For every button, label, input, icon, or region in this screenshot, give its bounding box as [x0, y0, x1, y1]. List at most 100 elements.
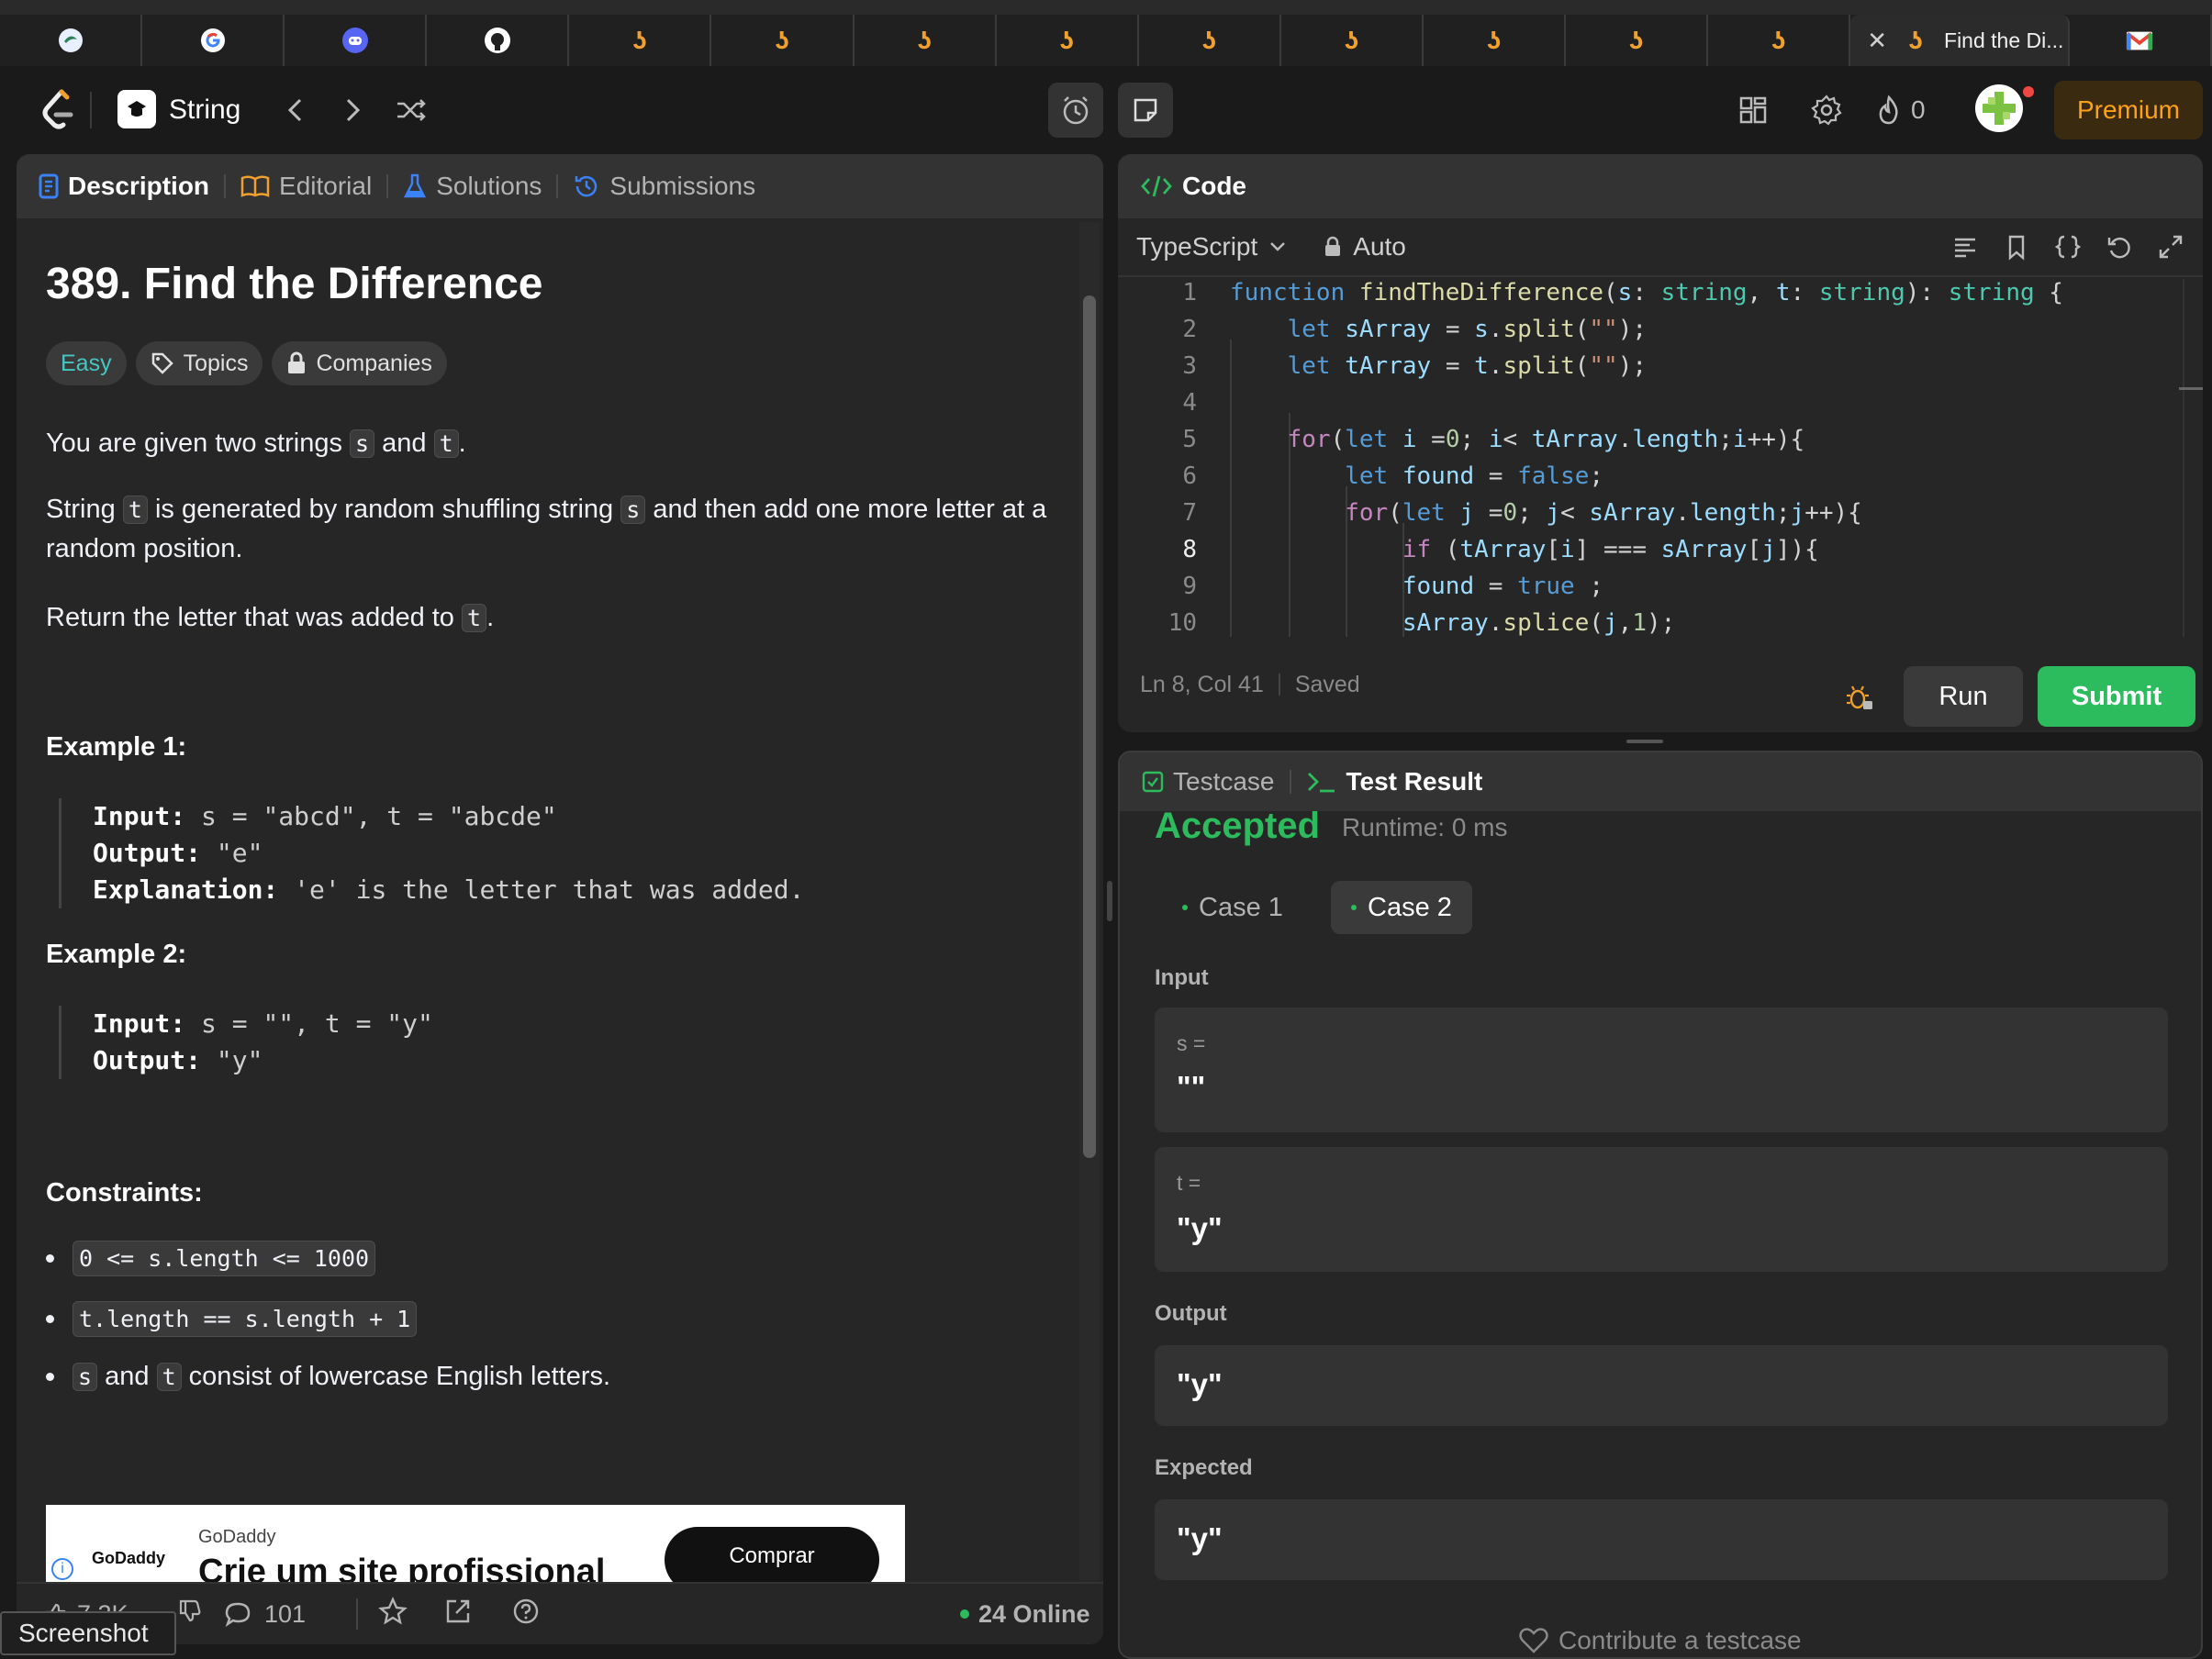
input-value: s = "", t = "y" [185, 1008, 433, 1039]
input-s-box: s = "" [1155, 1008, 2168, 1132]
browser-tab[interactable]: ʖ [1708, 15, 1851, 66]
browser-tab[interactable]: ʖ [1281, 15, 1424, 66]
format-icon[interactable] [1951, 233, 1979, 261]
text: and [97, 1362, 157, 1391]
braces-icon[interactable] [2054, 233, 2082, 261]
nav-divider [90, 92, 92, 128]
browser-tab[interactable]: ʖ [569, 15, 712, 66]
help-icon[interactable] [512, 1598, 540, 1631]
browser-tab[interactable]: ʖ [997, 15, 1139, 66]
browser-tab[interactable] [0, 15, 143, 66]
screenshot-tooltip: Screenshot [0, 1611, 176, 1655]
tab-submissions-label: Submissions [609, 172, 756, 200]
description-icon [39, 173, 59, 199]
checkbox-icon [1142, 771, 1164, 793]
code-panel-header: Code [1118, 154, 2203, 218]
topics-chip[interactable]: Topics [135, 341, 263, 385]
debugger-icon[interactable] [1845, 683, 1874, 717]
browser-tab[interactable] [285, 15, 428, 66]
avatar[interactable] [1975, 84, 2023, 132]
case-tab-1[interactable]: Case 1 [1162, 881, 1303, 934]
code-toolbar: TypeScript Auto [1118, 218, 2203, 277]
text: is generated by random shuffling string [147, 495, 621, 524]
line-number: 7 [1182, 499, 1197, 527]
leetcode-icon: ʖ [1771, 26, 1786, 54]
reset-icon[interactable] [2106, 233, 2133, 261]
close-tab-icon[interactable]: ✕ [1867, 27, 1887, 55]
browser-tab[interactable] [142, 15, 285, 66]
streak-counter[interactable]: 0 [1876, 88, 1926, 132]
share-icon[interactable] [444, 1598, 472, 1631]
expected-box: "y" [1155, 1499, 2168, 1580]
code-tab-label: Code [1182, 172, 1246, 200]
code-editor[interactable]: 1 2 3 4 5 6 7 8 9 10 function findTheDif… [1118, 279, 2190, 637]
run-button[interactable]: Run [1904, 666, 2023, 727]
language-select[interactable]: TypeScript [1136, 232, 1287, 262]
comments-button[interactable]: 101 [224, 1600, 306, 1629]
tab-solutions-label: Solutions [436, 172, 542, 200]
text: String [46, 495, 123, 524]
browser-tab-active[interactable]: ✕ ʖ Find the Di... [1850, 15, 2070, 66]
scrollbar-thumb[interactable] [1083, 295, 1096, 1158]
bookmark-icon[interactable] [2003, 233, 2030, 261]
dislike-icon[interactable] [178, 1599, 202, 1630]
description-tabs: Description Editorial Solutions Submissi… [17, 154, 1103, 218]
browser-tab[interactable]: ʖ [855, 15, 997, 66]
ad-buy-button[interactable]: Comprar [665, 1527, 879, 1582]
next-problem-icon[interactable] [330, 88, 374, 132]
contribute-testcase-link[interactable]: Contribute a testcase [1518, 1626, 1802, 1655]
case-label: Case 1 [1199, 892, 1283, 922]
tab-test-result[interactable]: Test Result [1306, 767, 1482, 796]
constraints-heading: Constraints: [46, 1178, 203, 1208]
tab-separator [224, 174, 227, 198]
vertical-resize-handle[interactable] [1107, 881, 1112, 921]
ad-info-icon[interactable]: i [51, 1558, 73, 1580]
browser-tab[interactable] [2070, 15, 2212, 66]
tab-separator [556, 174, 559, 198]
output-label: Output [1155, 1301, 1227, 1326]
shuffle-icon[interactable] [389, 88, 433, 132]
browser-tab[interactable] [427, 15, 570, 66]
line-number: 4 [1182, 389, 1197, 417]
browser-tab[interactable]: ʖ [711, 15, 855, 66]
code-line: for(let j =0; j< sArray.length;j++){ [1345, 499, 1862, 527]
tab-solutions[interactable]: Solutions [403, 172, 542, 201]
notes-icon[interactable] [1118, 83, 1173, 138]
leetcode-logo-icon[interactable] [35, 84, 81, 136]
problem-list-title[interactable]: String [169, 88, 240, 132]
horizontal-resize-handle[interactable] [1626, 740, 1663, 743]
tab-editorial[interactable]: Editorial [240, 172, 372, 201]
description-paragraph-2: String t is generated by random shufflin… [46, 490, 1074, 568]
advertisement-banner[interactable]: i GoDaddy GoDaddy Crie um site profissio… [46, 1505, 905, 1582]
browser-tab[interactable]: ʖ [1139, 15, 1281, 66]
prev-problem-icon[interactable] [274, 88, 318, 132]
book-icon [240, 175, 270, 197]
inline-code: t [462, 604, 487, 632]
constraint-item: s and t consist of lowercase English let… [46, 1362, 610, 1392]
submit-button[interactable]: Submit [2038, 666, 2195, 727]
companies-chip[interactable]: Companies [272, 341, 447, 385]
tab-code[interactable]: Code [1140, 172, 1246, 201]
browser-tab[interactable]: ʖ [1566, 15, 1709, 66]
layout-icon[interactable] [1726, 83, 1781, 138]
browser-tab[interactable]: ʖ [1424, 15, 1567, 66]
editor-scrollbar-track[interactable] [2183, 279, 2184, 637]
leetcode-icon: ʖ [1059, 26, 1074, 54]
tab-description[interactable]: Description [39, 172, 209, 201]
text: consist of lowercase English letters. [181, 1362, 611, 1391]
discord-icon [341, 27, 369, 54]
line-number: 9 [1182, 573, 1197, 600]
expand-icon[interactable] [2157, 233, 2184, 261]
timer-icon[interactable] [1048, 83, 1103, 138]
line-number: 10 [1167, 609, 1197, 637]
auto-mode-toggle[interactable]: Auto [1324, 232, 1406, 262]
expected-value: "y" [1177, 1521, 1223, 1555]
settings-gear-icon[interactable] [1799, 83, 1854, 138]
favorite-star-icon[interactable] [378, 1596, 408, 1632]
premium-button[interactable]: Premium [2054, 81, 2203, 139]
tab-testcase[interactable]: Testcase [1142, 767, 1275, 796]
runtime-text: Runtime: 0 ms [1342, 813, 1508, 841]
tab-submissions[interactable]: Submissions [573, 172, 755, 201]
description-scrollbar[interactable] [1079, 222, 1100, 1580]
case-tab-2[interactable]: Case 2 [1331, 881, 1472, 934]
